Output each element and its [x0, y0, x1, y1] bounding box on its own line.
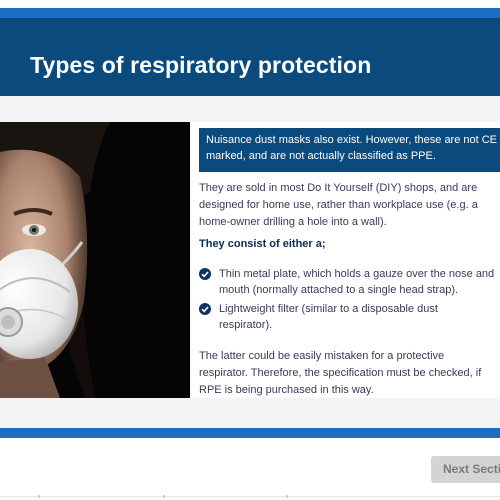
lesson-page: Types of respiratory protection Nuisance…: [0, 0, 500, 500]
footer-tick: [163, 495, 165, 498]
check-circle-icon: [199, 303, 211, 315]
list-item-text: Thin metal plate, which holds a gauze ov…: [219, 266, 494, 298]
list-item-line-2: mouth (normally attached to a single hea…: [219, 284, 459, 296]
conclusion-line-1: The latter could be easily mistaken for …: [199, 350, 445, 362]
options-heading: They consist of either a;: [199, 238, 326, 250]
notice-callout: Nuisance dust masks also exist. However,…: [199, 128, 500, 172]
list-item-text: Lightweight filter (similar to a disposa…: [219, 301, 438, 333]
notice-line-1: Nuisance dust masks also exist. However,…: [206, 134, 498, 146]
woman-wearing-mask-illustration: [0, 122, 190, 398]
list-item-line-2: respirator).: [219, 319, 273, 331]
next-section-button[interactable]: Next Section: [431, 456, 500, 483]
list-item-line-1: Thin metal plate, which holds a gauze ov…: [219, 268, 495, 280]
intro-line-1: They are sold in most Do It Yourself (DI…: [199, 182, 478, 194]
footer-tick: [286, 495, 288, 498]
conclusion-line-2: respirator. Therefore, the specification…: [199, 367, 482, 379]
conclusion-line-3: RPE is being purchased in this way.: [199, 384, 374, 396]
footer-divider: [0, 496, 500, 497]
dust-mask-photo: [0, 122, 190, 398]
intro-paragraph: They are sold in most Do It Yourself (DI…: [199, 180, 478, 231]
footer-tick: [38, 495, 40, 498]
list-item-line-1: Lightweight filter (similar to a disposa…: [219, 303, 438, 315]
bottom-accent-strip: [0, 428, 500, 438]
intro-line-2: designed for home use, rather than workp…: [199, 199, 478, 211]
conclusion-paragraph: The latter could be easily mistaken for …: [199, 348, 481, 399]
notice-line-2: marked, and are not actually classified …: [206, 150, 436, 162]
top-accent-strip: [0, 8, 500, 18]
intro-line-3: home-owner drilling a hole into a wall).: [199, 216, 387, 228]
page-title: Types of respiratory protection: [30, 52, 372, 78]
check-circle-icon: [199, 268, 211, 280]
